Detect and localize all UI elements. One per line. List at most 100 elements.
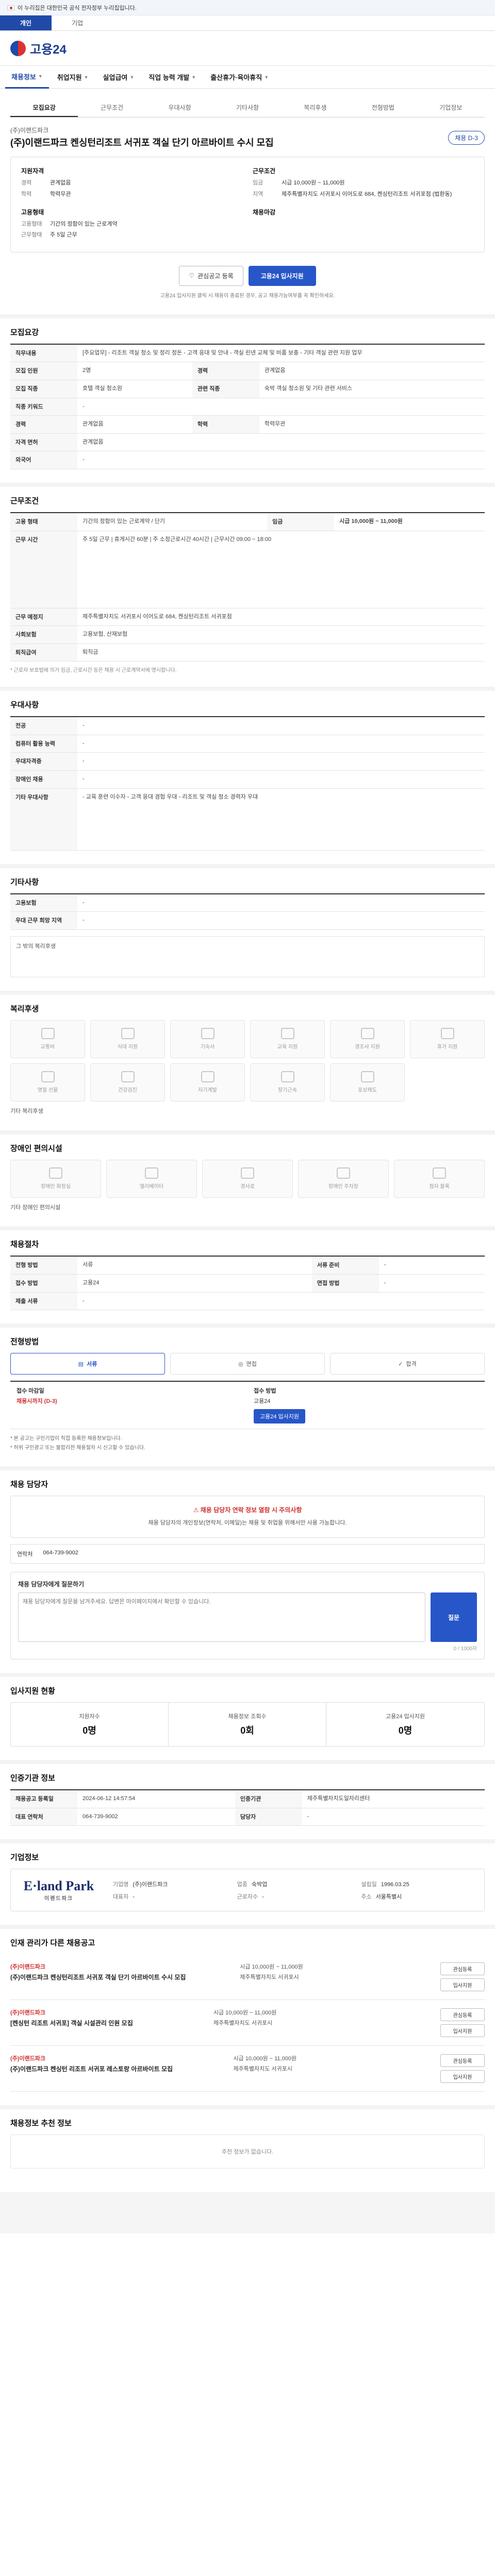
document-icon: ▤ xyxy=(78,1361,84,1367)
welfare-icons: 교통비 식대 지원 기숙사 교육 지원 경조사 지원 휴가 지원 명절 선물 건… xyxy=(10,1020,485,1101)
recruit-table: 직무내용 [주요업무] - 리조트 객실 청소 및 정리 정돈 - 고객 응대 및… xyxy=(10,343,485,469)
welfare-card: 교육 지원 xyxy=(250,1020,325,1058)
site-logo[interactable]: 고용24 xyxy=(10,39,67,57)
apply-button[interactable]: 입사지원 xyxy=(440,1978,485,1992)
work-note: * 근로자 보호법에 의거 임금, 근로시간 등은 채용 시 근로계약서에 명시… xyxy=(10,668,177,674)
apply-notice: 고용24 입사지원 클릭 시 채용이 종료된 경우, 공고 채용가능여부를 꼭 … xyxy=(160,293,335,299)
work-section: 근무조건 고용 형태 기간의 정함이 있는 근로계약 / 단기 임금 시급 10,00… xyxy=(0,482,495,687)
apply-button-secondary[interactable]: 고용24 입사지원 xyxy=(254,1409,306,1424)
welfare-card: 경조사 지원 xyxy=(330,1020,405,1058)
apply-button[interactable]: 입사지원 xyxy=(440,2024,485,2038)
bus-icon xyxy=(41,1028,55,1040)
scrap-button[interactable]: 관심등록 xyxy=(440,2008,485,2022)
welfare-card: 교통비 xyxy=(10,1020,85,1058)
gift-icon xyxy=(360,1028,374,1040)
list-item[interactable]: (주)이랜드파크 [켄싱턴 리조트 서귀포] 객실 시설관리 인원 모집 시급 1… xyxy=(10,2000,485,2046)
tab-company[interactable]: 기업정보 xyxy=(417,99,485,117)
job-title: (주)이랜드파크 켄싱턴리조트 서귀포 객실 단기 아르바이트 수시 모집 xyxy=(10,138,274,148)
disabled-section: 장애인 편의시설 장애인 화장실 엘리베이터 경사로 장애인 주차장 점자 블록… xyxy=(0,1130,495,1227)
disabled-icons: 장애인 화장실 엘리베이터 경사로 장애인 주차장 점자 블록 xyxy=(10,1159,485,1198)
etc-table: 고용보험 - 우대 근무 희망 지역 - xyxy=(10,893,485,930)
welfare-extra: 기타 복리후생 xyxy=(10,1108,43,1114)
info-table: 채용공고 등록일 2024-06-12 14:57:54 인증기관 제주특별자치도일자… xyxy=(10,1789,485,1826)
step-item: ✓ 합격 xyxy=(330,1353,485,1375)
apply-button[interactable]: 입사지원 xyxy=(440,2070,485,2083)
other-listings-section: 인재 관리가 다른 채용공고 (주)이랜드파크 (주)이랜드파크 켄싱턴리조트 서… xyxy=(0,1925,495,2105)
contact-warning: ⚠ 채용 담당자 연락 정보 열람 시 주의사항 채용 담당자의 개인정보(연락… xyxy=(10,1496,485,1538)
vacation-icon xyxy=(440,1028,454,1040)
tab-method[interactable]: 전형방법 xyxy=(349,99,417,117)
pref-table: 전공 - 컴퓨터 활용 능력 - 우대자격증 - 장애인 채용 - 기타 우대사항 - 교… xyxy=(10,716,485,851)
nav-employment-support[interactable]: 취업지원 ▼ xyxy=(51,66,95,89)
elevator-icon xyxy=(145,1167,158,1179)
summary-heading: 고용형태 xyxy=(21,208,44,216)
tab-work[interactable]: 근무조건 xyxy=(78,99,145,117)
step-item: ▤ 서류 xyxy=(10,1353,165,1375)
gov-banner: 이 누리집은 대한민국 공식 전자정부 누리집입니다. xyxy=(0,0,495,15)
nav-parental-leave[interactable]: 출산휴가·육아휴직 ▼ xyxy=(204,66,275,89)
recruit-section: 모집요강 직무내용 [주요업무] - 리조트 객실 청소 및 정리 정돈 - 고객… xyxy=(0,314,495,483)
facility-card: 장애인 주차장 xyxy=(298,1159,389,1198)
interview-icon: ◎ xyxy=(238,1361,243,1367)
tab-recruit[interactable]: 모집요강 xyxy=(10,99,78,117)
status-badge: 채용 D-3 xyxy=(448,130,485,145)
welfare-card: 기숙사 xyxy=(170,1020,245,1058)
recommend-section: 채용정보 추천 정보 추천 정보가 없습니다. xyxy=(0,2105,495,2182)
scrap-button[interactable]: 관심등록 xyxy=(440,1962,485,1976)
list-item[interactable]: (주)이랜드파크 (주)이랜드파크 켄싱턴리조트 서귀포 객실 단기 아르바이트 … xyxy=(10,1954,485,2001)
tab-etc[interactable]: 기타사항 xyxy=(213,99,281,117)
section-title: 채용정보 추천 정보 xyxy=(10,2119,72,2128)
stat-item: 고용24 입사지원 0명 xyxy=(385,1714,425,1736)
nav-unemployment[interactable]: 실업급여 ▼ xyxy=(97,66,141,89)
nav-jobs[interactable]: 채용정보 ▼ xyxy=(5,66,49,89)
section-title: 채용절차 xyxy=(10,1240,39,1249)
alert-icon: ⚠ xyxy=(193,1506,199,1514)
question-submit-button[interactable]: 질문 xyxy=(431,1592,477,1642)
logo-text: 고용24 xyxy=(30,43,67,57)
scrap-button[interactable]: ♡ 관심공고 등록 xyxy=(179,265,243,286)
tab-pref[interactable]: 우대사항 xyxy=(146,99,213,117)
parking-icon xyxy=(337,1167,350,1179)
list-item[interactable]: (주)이랜드파크 (주)이랜드파크 켄싱턴 리조트 서귀포 레스토랑 아르바이트 … xyxy=(10,2046,485,2092)
screening-table: 전형 방법 서류 서류 준비 - 접수 방법 고용24 면접 방법 - 제출 서류 - xyxy=(10,1256,485,1311)
facility-card: 장애인 화장실 xyxy=(10,1159,101,1198)
chevron-down-icon: ▼ xyxy=(264,74,269,80)
disabled-extra: 기타 장애인 편의시설 xyxy=(10,1204,61,1211)
company-card: E·land Park 이랜드파크 기업명 (주)이랜드파크 업종 숙박업 설립일 1… xyxy=(10,1869,485,1912)
stat-item: 채용정보 조회수 0회 xyxy=(169,1703,326,1747)
flag-icon xyxy=(7,5,14,10)
scrap-button[interactable]: 관심등록 xyxy=(440,2054,485,2067)
tab-welfare[interactable]: 복리후생 xyxy=(282,99,349,117)
welfare-card: 명절 선물 xyxy=(10,1063,85,1101)
stat-row: 지원자수 0명 채용정보 조회수 0회 고용24 입사지원 0명 xyxy=(10,1702,485,1747)
etc-section: 기타사항 고용보험 - 우대 근무 희망 지역 - 그 밖의 복리후생 xyxy=(0,863,495,991)
empty-state: 추천 정보가 없습니다. xyxy=(10,2134,485,2169)
section-tabs: 모집요강 근무조건 우대사항 기타사항 복리후생 전형방법 기업정보 xyxy=(10,99,485,117)
section-title: 기타사항 xyxy=(10,877,39,887)
education-icon xyxy=(280,1028,294,1040)
trophy-icon xyxy=(360,1071,374,1083)
contact-line: 연락처 064-739-9002 xyxy=(10,1544,485,1564)
apply-button[interactable]: 고용24 입사지원 xyxy=(248,265,316,286)
section-title: 근무조건 xyxy=(10,496,39,505)
question-input[interactable] xyxy=(18,1592,425,1642)
ramp-icon xyxy=(241,1167,254,1179)
tab-personal[interactable]: 개인 xyxy=(0,15,52,30)
method-section: 전형방법 ▤ 서류 ◎ 면접 ✓ 합격 접수 마감일 채용시까지 (D-3) 접수 방… xyxy=(0,1324,495,1466)
braille-icon xyxy=(433,1167,446,1179)
health-icon xyxy=(121,1071,135,1083)
welfare-card: 건강검진 xyxy=(90,1063,165,1101)
welfare-card: 포상제도 xyxy=(330,1063,405,1101)
section-title: 인재 관리가 다른 채용공고 xyxy=(10,1939,95,1948)
job-summary: 지원자격 경력 관계없음 학력 학력무관 고용형태 고용형태 기간의 정함이 있는 근… xyxy=(10,157,485,252)
welfare-card: 휴가 지원 xyxy=(410,1020,485,1058)
present-icon xyxy=(41,1071,55,1083)
nav-training[interactable]: 직업 능력 개발 ▼ xyxy=(142,66,202,89)
medal-icon xyxy=(280,1071,294,1083)
tab-company[interactable]: 기업 xyxy=(52,15,103,30)
heart-icon: ♡ xyxy=(189,272,195,280)
apply-info: 접수 마감일 채용시까지 (D-3) 접수 방법 고용24 고용24 입사지원 xyxy=(10,1381,485,1430)
footer xyxy=(0,2192,495,2234)
chevron-down-icon: ▼ xyxy=(191,74,196,80)
welfare-card: 자기계발 xyxy=(170,1063,245,1101)
